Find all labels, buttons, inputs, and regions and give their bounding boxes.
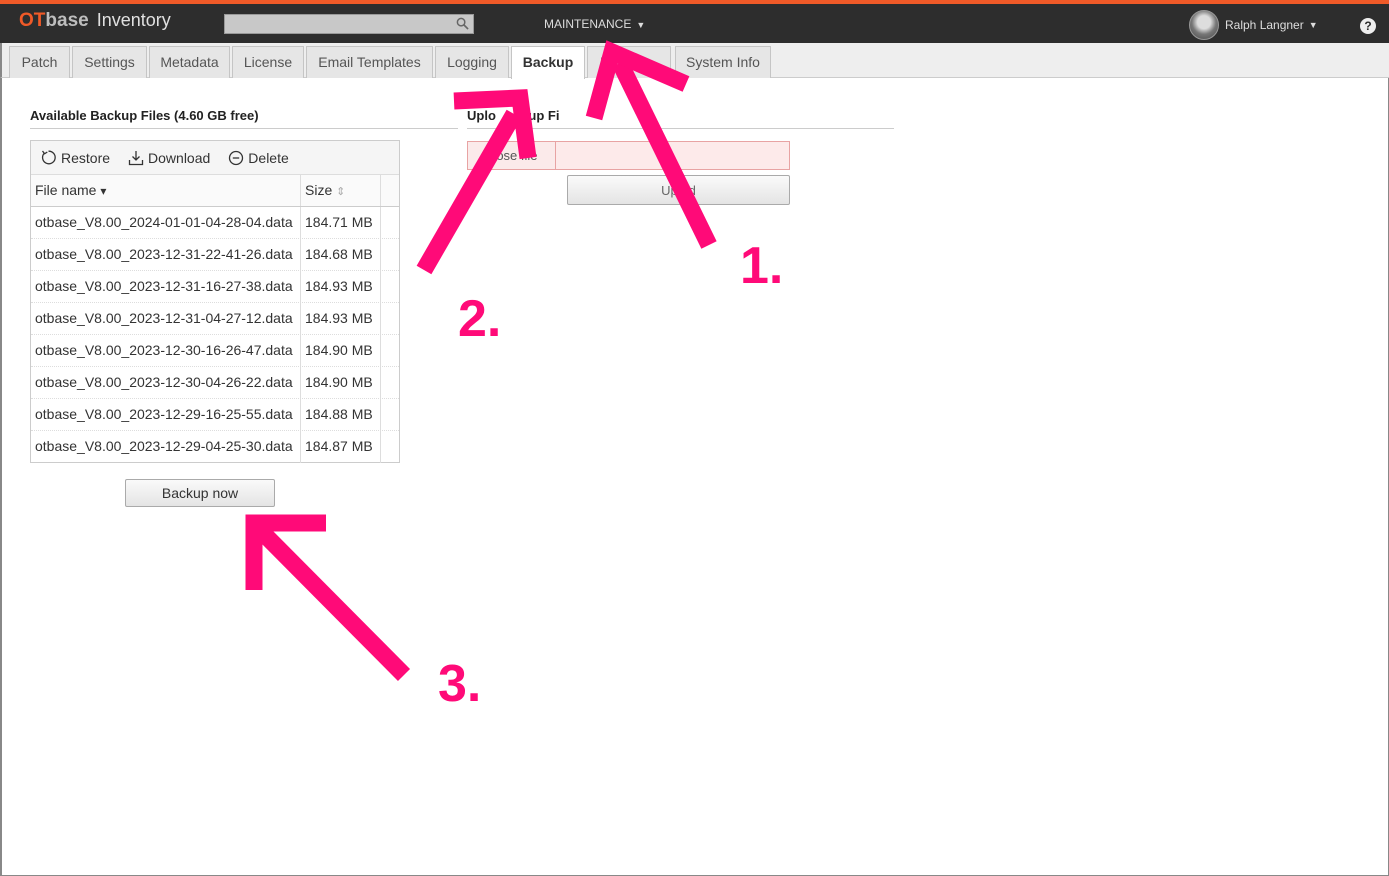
size-cell: 184.90 MB (301, 367, 381, 398)
choose-file-button[interactable]: ose file (468, 142, 556, 169)
app-logo[interactable]: OTbase Inventory (19, 10, 171, 32)
column-header-size[interactable]: Size ⇕ (301, 175, 381, 206)
download-icon (128, 150, 144, 165)
delete-button[interactable]: Delete (228, 149, 289, 166)
annotation-label-3: 3. (438, 655, 482, 713)
grid-header: File name ▾ Size ⇕ (31, 175, 399, 207)
column-size-label: Size (305, 182, 333, 198)
file-name-cell: otbase_V8.00_2023-12-31-22-41-26.data (31, 239, 301, 270)
file-name-cell: otbase_V8.00_2023-12-30-16-26-47.data (31, 335, 301, 366)
size-cell: 184.68 MB (301, 239, 381, 270)
size-cell: 184.93 MB (301, 303, 381, 334)
tab-settings[interactable]: Settings (72, 46, 147, 78)
size-cell: 184.90 MB (301, 335, 381, 366)
caret-down-icon: ▼ (1308, 20, 1318, 30)
size-cell: 184.93 MB (301, 271, 381, 302)
scrollbar-spacer (381, 175, 399, 206)
search-box (224, 14, 474, 34)
user-menu[interactable]: Ralph Langner ▼ (1189, 10, 1318, 40)
annotation-label-2: 2. (458, 290, 502, 348)
backup-now-button[interactable]: Backup now (125, 479, 275, 507)
tab-patch[interactable]: Patch (9, 46, 70, 78)
table-row[interactable]: otbase_V8.00_2023-12-31-16-27-38.data 18… (31, 271, 399, 303)
sort-desc-icon: ▾ (100, 184, 107, 198)
file-chooser[interactable]: ose file (467, 141, 790, 170)
download-label: Download (148, 149, 211, 166)
size-cell: 184.87 MB (301, 431, 381, 463)
logo-base: base (45, 10, 89, 31)
available-backups-heading: Available Backup Files (4.60 GB free) (30, 108, 458, 129)
maintenance-menu-label: MAINTENANCE (544, 17, 632, 31)
file-name-cell: otbase_V8.00_2023-12-31-04-27-12.data (31, 303, 301, 334)
download-button[interactable]: Download (128, 150, 210, 166)
top-navbar: OTbase Inventory MAINTENANCE ▼ Ralph Langn… (0, 0, 1389, 43)
user-name: Ralph Langner (1225, 18, 1304, 32)
column-file-name-label: File name (35, 182, 97, 198)
table-row[interactable]: otbase_V8.00_2023-12-29-04-25-30.data 18… (31, 431, 399, 463)
size-cell: 184.88 MB (301, 399, 381, 430)
annotation-label-1: 1. (740, 237, 784, 295)
tab-backup[interactable]: Backup (511, 46, 585, 79)
file-name-cell: otbase_V8.00_2023-12-30-04-26-22.data (31, 367, 301, 398)
tab-email-templates[interactable]: Email Templates (306, 46, 433, 78)
search-icon[interactable] (456, 17, 469, 30)
tab-logging[interactable]: Logging (435, 46, 509, 78)
file-name-cell: otbase_V8.00_2023-12-29-16-25-55.data (31, 399, 301, 430)
upload-backup-heading: Uplo ackup Fi (467, 108, 894, 129)
caret-down-icon: ▼ (636, 20, 646, 30)
tab-system-info[interactable]: System Info (675, 46, 771, 78)
grid-toolbar: Restore Download Delete (31, 141, 399, 175)
file-name-cell: otbase_V8.00_2023-12-31-16-27-38.data (31, 271, 301, 302)
table-row[interactable]: otbase_V8.00_2023-12-30-16-26-47.data 18… (31, 335, 399, 367)
table-row[interactable]: otbase_V8.00_2023-12-30-04-26-22.data 18… (31, 367, 399, 399)
restore-icon (41, 150, 56, 165)
tab-bar: Patch Settings Metadata License Email Te… (0, 43, 1389, 79)
maintenance-menu[interactable]: MAINTENANCE ▼ (544, 17, 645, 31)
minus-circle-icon (229, 150, 244, 165)
file-name-cell: otbase_V8.00_2024-01-01-04-28-04.data (31, 207, 301, 238)
size-cell: 184.71 MB (301, 207, 381, 238)
sort-icon: ⇕ (336, 186, 346, 198)
restore-label: Restore (61, 149, 111, 166)
backup-files-grid: Restore Download Delete File name ▾ Size… (30, 140, 400, 463)
delete-label: Delete (248, 149, 289, 166)
table-row[interactable]: otbase_V8.00_2023-12-31-04-27-12.data 18… (31, 303, 399, 335)
logo-product: Inventory (96, 10, 171, 30)
column-header-file-name[interactable]: File name ▾ (31, 175, 301, 206)
table-row[interactable]: otbase_V8.00_2023-12-31-22-41-26.data 18… (31, 239, 399, 271)
tab-license[interactable]: License (232, 46, 304, 78)
restore-button[interactable]: Restore (40, 149, 110, 166)
tab-d[interactable]: D (587, 46, 671, 78)
table-row[interactable]: otbase_V8.00_2024-01-01-04-28-04.data 18… (31, 207, 399, 239)
search-input[interactable] (225, 15, 450, 33)
tab-metadata[interactable]: Metadata (149, 46, 230, 78)
avatar (1189, 10, 1219, 40)
upload-button[interactable]: Up d (567, 175, 790, 205)
help-icon[interactable]: ? (1360, 18, 1376, 34)
logo-ot: OT (19, 10, 46, 31)
table-row[interactable]: otbase_V8.00_2023-12-29-16-25-55.data 18… (31, 399, 399, 431)
file-name-cell: otbase_V8.00_2023-12-29-04-25-30.data (31, 431, 301, 463)
